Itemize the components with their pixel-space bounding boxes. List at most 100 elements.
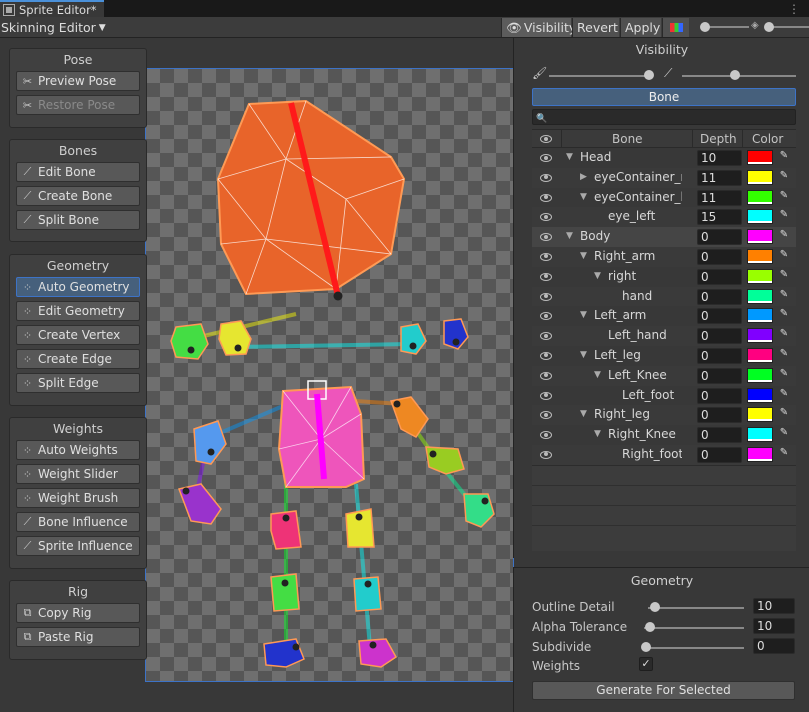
split-edge-button[interactable]: ⁘ Split Edge bbox=[16, 373, 140, 393]
eye-icon[interactable] bbox=[540, 233, 552, 242]
apply-button[interactable]: Apply bbox=[620, 18, 661, 37]
eyedropper-icon[interactable]: ✎ bbox=[777, 308, 791, 323]
auto-weights-button[interactable]: ⁘ Auto Weights bbox=[16, 440, 140, 460]
subdivide-slider[interactable] bbox=[644, 647, 744, 649]
alpha-slider-handle[interactable] bbox=[700, 22, 710, 32]
depth-field[interactable]: 11 bbox=[697, 169, 742, 186]
depth-field[interactable]: 0 bbox=[697, 347, 742, 364]
depth-field[interactable]: 15 bbox=[697, 209, 742, 226]
depth-field[interactable]: 0 bbox=[697, 308, 742, 325]
eye-icon[interactable] bbox=[540, 450, 552, 459]
depth-field[interactable]: 11 bbox=[697, 189, 742, 206]
bone-influence-button[interactable]: ⟋ Bone Influence bbox=[16, 512, 140, 532]
subdivide-field[interactable]: 0 bbox=[753, 638, 795, 654]
depth-field[interactable]: 10 bbox=[697, 150, 742, 166]
search-input[interactable]: 🔍 bbox=[532, 109, 796, 125]
eye-icon[interactable] bbox=[540, 154, 552, 162]
weight-slider-button[interactable]: ⁘ Weight Slider bbox=[16, 464, 140, 484]
eyedropper-icon[interactable]: ✎ bbox=[777, 447, 791, 462]
bone-row[interactable]: ▼ eyeContainer_left 11 ✎ bbox=[532, 187, 796, 208]
bone-color-swatch[interactable] bbox=[747, 446, 773, 462]
depth-field[interactable]: 0 bbox=[697, 407, 742, 424]
bone-color-swatch[interactable] bbox=[747, 328, 773, 344]
eyedropper-icon[interactable]: ✎ bbox=[777, 269, 791, 284]
bone-row[interactable]: Left_foot 0 ✎ bbox=[532, 385, 796, 406]
caret-down-icon[interactable]: ▼ bbox=[566, 231, 573, 241]
depth-field[interactable]: 0 bbox=[697, 387, 742, 404]
eye-icon[interactable] bbox=[540, 332, 552, 341]
eye-icon[interactable] bbox=[540, 193, 552, 202]
eyedropper-icon[interactable]: ✎ bbox=[777, 348, 791, 363]
eyedropper-icon[interactable]: ✎ bbox=[777, 328, 791, 343]
caret-right-icon[interactable]: ▶ bbox=[580, 172, 587, 182]
bone-row[interactable]: ▼ Left_Knee 0 ✎ bbox=[532, 365, 796, 386]
edit-bone-button[interactable]: ⟋ Edit Bone bbox=[16, 162, 140, 182]
split-bone-button[interactable]: ⟋ Split Bone bbox=[16, 210, 140, 230]
bone-color-swatch[interactable] bbox=[747, 229, 773, 245]
bone-color-swatch[interactable] bbox=[747, 189, 773, 205]
eyedropper-icon[interactable]: ✎ bbox=[777, 427, 791, 442]
eyedropper-icon[interactable]: ✎ bbox=[777, 229, 791, 244]
bone-row[interactable]: ▼ Right_leg 0 ✎ bbox=[532, 405, 796, 426]
eye-icon[interactable] bbox=[540, 391, 552, 400]
mesh-opacity-handle[interactable] bbox=[730, 70, 740, 80]
bone-row[interactable]: Right_foot 0 ✎ bbox=[532, 444, 796, 465]
depth-field[interactable]: 0 bbox=[697, 268, 742, 285]
caret-down-icon[interactable]: ▼ bbox=[580, 409, 587, 419]
visibility-toggle[interactable]: 👁 Visibility bbox=[501, 18, 576, 37]
mode-dropdown[interactable]: Skinning Editor ▼ bbox=[1, 17, 106, 38]
eye-icon[interactable] bbox=[540, 312, 552, 321]
alpha-tolerance-slider[interactable] bbox=[644, 627, 744, 629]
auto-geometry-button[interactable]: ⁘ Auto Geometry bbox=[16, 277, 140, 297]
eye-icon[interactable] bbox=[540, 272, 552, 281]
tab-menu-icon[interactable]: ⋮ bbox=[788, 2, 800, 16]
bone-row[interactable]: ▼ Left_arm 0 ✎ bbox=[532, 306, 796, 327]
create-edge-button[interactable]: ⁘ Create Edge bbox=[16, 349, 140, 369]
bone-row[interactable]: ▼ Left_leg 0 ✎ bbox=[532, 345, 796, 366]
bone-tab[interactable]: Bone bbox=[532, 88, 796, 106]
caret-down-icon[interactable]: ▼ bbox=[594, 370, 601, 380]
eyedropper-icon[interactable]: ✎ bbox=[777, 388, 791, 403]
alpha-tolerance-handle[interactable] bbox=[645, 622, 655, 632]
bone-row[interactable]: Left_hand 0 ✎ bbox=[532, 326, 796, 346]
outline-detail-field[interactable]: 10 bbox=[753, 598, 795, 614]
bone-row[interactable]: ▼ Right_Knee 0 ✎ bbox=[532, 425, 796, 445]
alpha-tolerance-field[interactable]: 10 bbox=[753, 618, 795, 634]
bone-color-swatch[interactable] bbox=[747, 209, 773, 225]
bone-color-swatch[interactable] bbox=[747, 427, 773, 443]
sprite-canvas[interactable] bbox=[145, 68, 514, 682]
depth-field[interactable]: 0 bbox=[697, 328, 742, 345]
mesh-slider-handle[interactable] bbox=[764, 22, 774, 32]
preview-pose-button[interactable]: ✂ Preview Pose bbox=[16, 71, 140, 91]
bone-row[interactable]: ▼ Body 0 ✎ bbox=[532, 227, 796, 247]
bone-row[interactable]: hand 0 ✎ bbox=[532, 286, 796, 307]
eyedropper-icon[interactable]: ✎ bbox=[777, 249, 791, 264]
eyedropper-icon[interactable]: ✎ bbox=[777, 289, 791, 304]
bone-color-swatch[interactable] bbox=[747, 407, 773, 423]
bone-color-swatch[interactable] bbox=[747, 288, 773, 304]
caret-down-icon[interactable]: ▼ bbox=[580, 251, 587, 261]
bone-color-swatch[interactable] bbox=[747, 347, 773, 363]
bone-color-swatch[interactable] bbox=[747, 150, 773, 165]
bone-row[interactable]: ▶ eyeContainer_right 11 ✎ bbox=[532, 167, 796, 188]
paste-rig-button[interactable]: ⧉ Paste Rig bbox=[16, 627, 140, 647]
depth-field[interactable]: 0 bbox=[697, 248, 742, 265]
caret-down-icon[interactable]: ▼ bbox=[580, 310, 587, 320]
depth-field[interactable]: 0 bbox=[697, 367, 742, 384]
create-vertex-button[interactable]: ⁘ Create Vertex bbox=[16, 325, 140, 345]
eye-icon[interactable] bbox=[540, 252, 552, 261]
restore-pose-button[interactable]: ✂ Restore Pose bbox=[16, 95, 140, 115]
bone-row[interactable]: ▼ Head 10 ✎ bbox=[532, 148, 796, 168]
eye-icon[interactable] bbox=[540, 292, 552, 301]
bone-column-header[interactable]: Bone bbox=[612, 132, 643, 146]
bone-color-swatch[interactable] bbox=[747, 308, 773, 324]
bone-color-swatch[interactable] bbox=[747, 248, 773, 264]
bone-color-swatch[interactable] bbox=[747, 367, 773, 383]
eyedropper-icon[interactable]: ✎ bbox=[777, 209, 791, 224]
eye-icon[interactable] bbox=[540, 351, 552, 360]
bone-row[interactable]: eye_left 15 ✎ bbox=[532, 207, 796, 228]
edit-geometry-button[interactable]: ⁘ Edit Geometry bbox=[16, 301, 140, 321]
outline-detail-slider[interactable] bbox=[648, 607, 744, 609]
weight-brush-button[interactable]: ⁘ Weight Brush bbox=[16, 488, 140, 508]
eyedropper-icon[interactable]: ✎ bbox=[777, 170, 791, 185]
